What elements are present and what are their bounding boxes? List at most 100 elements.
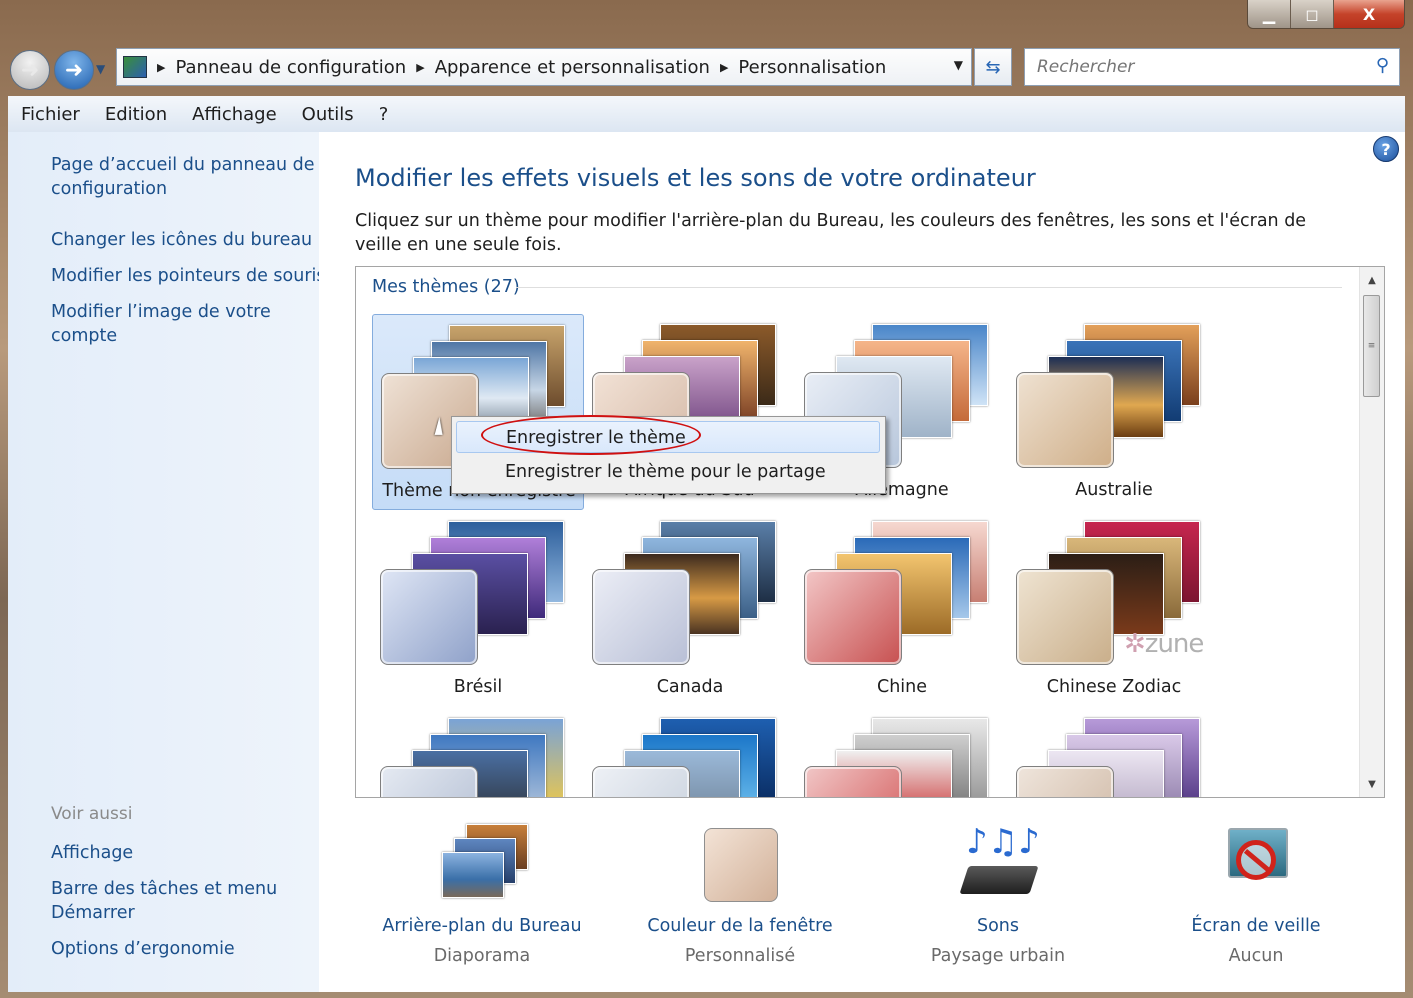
menu-bar: Fichier Edition Affichage Outils ? xyxy=(8,96,1405,133)
window-color-swatch xyxy=(1016,569,1114,665)
theme-label: Brésil xyxy=(453,677,503,697)
arrow-left-icon: ➜ xyxy=(20,57,40,83)
theme-china[interactable]: Chine xyxy=(796,511,1008,707)
screensaver-link[interactable]: Écran de veille Aucun xyxy=(1141,822,1371,966)
account-picture-link[interactable]: Modifier l’image de votre compte xyxy=(51,300,271,348)
window-color-swatch xyxy=(1016,372,1114,468)
theme-preview xyxy=(796,708,1008,797)
bottom-title: Arrière-plan du Bureau xyxy=(382,916,582,936)
scroll-up-icon[interactable]: ▲ xyxy=(1360,269,1384,291)
task-pane: Page d’accueil du panneau de configurati… xyxy=(8,132,326,992)
customization-bar: Arrière-plan du Bureau Diaporama Couleur… xyxy=(355,822,1385,972)
recent-pages-dropdown[interactable]: ▼ xyxy=(96,62,105,76)
wallpaper-icon xyxy=(432,822,532,908)
bottom-subtitle: Personnalisé xyxy=(684,946,796,966)
theme-canada[interactable]: Canada xyxy=(584,511,796,707)
breadcrumb-item[interactable]: ▶ Apparence et personnalisation xyxy=(416,57,710,78)
taskbar-link[interactable]: Barre des tâches et menu Démarrer xyxy=(51,877,281,925)
breadcrumb-label: Apparence et personnalisation xyxy=(434,56,710,78)
save-theme-for-sharing-menu-item[interactable]: Enregistrer le thème pour le partage xyxy=(456,456,880,488)
highlight-ring xyxy=(481,415,701,455)
forward-button[interactable]: ➜ xyxy=(54,50,94,90)
minimize-button[interactable]: ▁ xyxy=(1248,0,1291,28)
menu-file[interactable]: Fichier xyxy=(21,104,80,125)
maximize-button[interactable]: ◻ xyxy=(1291,0,1334,28)
theme-australia[interactable]: Australie xyxy=(1008,314,1220,510)
theme-preview xyxy=(584,708,796,797)
search-input[interactable] xyxy=(1035,56,1359,78)
theme-label: Chinese Zodiac xyxy=(1046,677,1182,697)
window-color-swatch xyxy=(380,766,478,797)
close-button[interactable]: X xyxy=(1334,0,1404,28)
menu-tools[interactable]: Outils xyxy=(302,104,354,125)
menu-view[interactable]: Affichage xyxy=(192,104,277,125)
window-color-link[interactable]: Couleur de la fenêtre Personnalisé xyxy=(625,822,855,966)
refresh-button[interactable]: ⇆ xyxy=(974,48,1012,86)
desktop-icons-link[interactable]: Changer les icônes du bureau xyxy=(51,228,316,252)
control-panel-icon xyxy=(123,56,147,78)
theme-preview xyxy=(372,708,584,797)
theme-tile[interactable] xyxy=(372,708,584,797)
theme-preview xyxy=(372,511,584,681)
menu-edit[interactable]: Edition xyxy=(105,104,167,125)
scroll-thumb[interactable]: ≡ xyxy=(1363,295,1380,397)
window-color-swatch xyxy=(804,766,902,797)
sounds-link[interactable]: ♪♫♪ Sons Paysage urbain xyxy=(883,822,1113,966)
desktop-background-link[interactable]: Arrière-plan du Bureau Diaporama xyxy=(367,822,597,966)
page-title: Modifier les effets visuels et les sons … xyxy=(355,164,1036,192)
control-panel-home-link[interactable]: Page d’accueil du panneau de configurati… xyxy=(51,153,316,201)
bottom-subtitle: Paysage urbain xyxy=(930,946,1066,966)
arrow-right-icon: ➜ xyxy=(64,57,84,83)
theme-tile[interactable] xyxy=(1008,708,1220,797)
mouse-pointers-link[interactable]: Modifier les pointeurs de souris xyxy=(51,264,326,288)
chevron-right-icon: ▶ xyxy=(157,60,166,74)
window-color-swatch xyxy=(592,766,690,797)
see-also-heading: Voir aussi xyxy=(51,804,133,824)
navigation-bar: ➜ ➜ ▼ ▶ Panneau de configuration ▶ Apparen… xyxy=(0,40,1413,96)
chevron-down-icon[interactable]: ▼ xyxy=(954,58,963,72)
explorer-window: ▁ ◻ X ➜ ➜ ▼ ▶ Panneau de configuration ▶ A… xyxy=(0,0,1413,998)
address-bar[interactable]: ▶ Panneau de configuration ▶ Apparence et … xyxy=(116,48,972,86)
sounds-icon: ♪♫♪ xyxy=(948,822,1048,908)
breadcrumb-item[interactable]: ▶ Panneau de configuration xyxy=(157,57,406,78)
bottom-title: Écran de veille xyxy=(1191,916,1321,936)
group-divider xyxy=(516,287,1342,288)
search-box[interactable]: ⚲ xyxy=(1024,48,1400,86)
bottom-title: Sons xyxy=(976,916,1020,936)
scroll-down-icon[interactable]: ▼ xyxy=(1360,773,1384,795)
theme-tile[interactable] xyxy=(796,708,1008,797)
theme-brazil[interactable]: Brésil xyxy=(372,511,584,707)
search-icon[interactable]: ⚲ xyxy=(1376,55,1389,76)
theme-chinese-zodiac[interactable]: ✲zune Chinese Zodiac xyxy=(1008,511,1220,707)
theme-label: Canada xyxy=(656,677,724,697)
back-button[interactable]: ➜ xyxy=(10,50,50,90)
ease-of-access-link[interactable]: Options d’ergonomie xyxy=(51,937,316,961)
theme-preview xyxy=(584,511,796,681)
help-icon[interactable]: ? xyxy=(1373,136,1399,162)
theme-preview xyxy=(796,511,1008,681)
display-link[interactable]: Affichage xyxy=(51,841,316,865)
screensaver-icon xyxy=(1206,822,1306,908)
group-header: Mes thèmes (27) xyxy=(372,277,520,297)
theme-tile[interactable] xyxy=(584,708,796,797)
theme-label: Chine xyxy=(876,677,928,697)
theme-label: Australie xyxy=(1075,480,1153,500)
chevron-right-icon: ▶ xyxy=(416,60,425,74)
window-color-swatch xyxy=(592,569,690,665)
window-color-swatch xyxy=(1016,766,1114,797)
window-color-swatch xyxy=(804,569,902,665)
vertical-scrollbar[interactable]: ▲ ≡ ▼ xyxy=(1359,267,1384,797)
bottom-subtitle: Aucun xyxy=(1228,946,1284,966)
theme-list: Mes thèmes (27) Thème non enregistré xyxy=(355,266,1385,798)
chevron-right-icon: ▶ xyxy=(719,60,729,74)
theme-preview xyxy=(1008,314,1220,484)
menu-help[interactable]: ? xyxy=(379,104,389,125)
breadcrumb-label: Personnalisation xyxy=(738,56,887,78)
page-description: Cliquez sur un thème pour modifier l'arr… xyxy=(355,211,1307,255)
zune-logo: ✲zune xyxy=(1124,629,1204,659)
breadcrumb-item[interactable]: ▶ Personnalisation xyxy=(720,57,886,78)
window-color-icon xyxy=(690,822,790,908)
caption-buttons: ▁ ◻ X xyxy=(1247,0,1405,29)
window-color-swatch xyxy=(380,569,478,665)
refresh-icon: ⇆ xyxy=(985,56,1001,78)
